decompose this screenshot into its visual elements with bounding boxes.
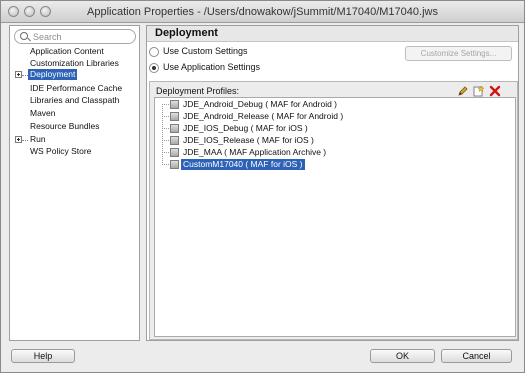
profile-icon: [170, 136, 179, 145]
profile-item[interactable]: JDE_IOS_Debug ( MAF for iOS ): [183, 123, 308, 134]
profile-item[interactable]: JDE_Android_Debug ( MAF for Android ): [183, 99, 337, 110]
use-custom-settings-label: Use Custom Settings: [163, 46, 248, 56]
deployment-profiles-list[interactable]: JDE_Android_Debug ( MAF for Android ) JD…: [154, 97, 516, 337]
customize-settings-button[interactable]: Customize Settings...: [405, 46, 512, 61]
tree-connector: [162, 164, 169, 165]
cancel-button[interactable]: Cancel: [441, 349, 512, 363]
use-custom-settings-radio[interactable]: [149, 47, 159, 57]
expand-run-icon[interactable]: [15, 136, 22, 143]
ok-button[interactable]: OK: [370, 349, 435, 363]
profile-icon: [170, 112, 179, 121]
tree-item-deployment[interactable]: Deployment: [28, 69, 78, 80]
use-application-settings-label: Use Application Settings: [163, 62, 261, 72]
help-button[interactable]: Help: [11, 349, 75, 363]
title-bar: Application Properties - /Users/dnowakow…: [1, 1, 524, 23]
tree-connector: [162, 104, 169, 105]
tree-item-libraries-and-classpath[interactable]: Libraries and Classpath: [30, 95, 119, 106]
tree-connector: [162, 104, 163, 165]
profile-icon: [170, 160, 179, 169]
profile-item[interactable]: JDE_IOS_Release ( MAF for iOS ): [183, 135, 314, 146]
window-title: Application Properties - /Users/dnowakow…: [87, 6, 438, 18]
deployment-profiles-label: Deployment Profiles:: [156, 86, 240, 96]
profile-item-selected[interactable]: CustomM17040 ( MAF for iOS ): [181, 159, 305, 170]
tree-connector: [22, 140, 28, 141]
tree-connector: [162, 140, 169, 141]
new-profile-icon[interactable]: [473, 85, 485, 97]
delete-icon[interactable]: [489, 85, 501, 97]
search-icon: [20, 32, 28, 40]
profile-icon: [170, 100, 179, 109]
deployment-settings-panel: Deployment Use Custom Settings Use Appli…: [146, 25, 519, 341]
use-application-settings-radio[interactable]: [149, 63, 159, 73]
page-title: Deployment: [155, 27, 218, 39]
tree-item-run[interactable]: Run: [30, 134, 46, 145]
page-header: Deployment: [147, 26, 518, 42]
deployment-profiles-group: Deployment Profiles: JDE_Android_Debug (…: [149, 81, 518, 340]
search-field[interactable]: Search: [14, 29, 136, 44]
tree-connector: [162, 152, 169, 153]
category-tree-panel: Search Application Content Customization…: [9, 25, 140, 341]
tree-item-resource-bundles[interactable]: Resource Bundles: [30, 121, 99, 132]
tree-item-ide-performance-cache[interactable]: IDE Performance Cache: [30, 83, 122, 94]
tree-connector: [162, 128, 169, 129]
profile-icon: [170, 148, 179, 157]
tree-item-ws-policy-store[interactable]: WS Policy Store: [30, 146, 91, 157]
tree-connector: [162, 116, 169, 117]
expand-deployment-icon[interactable]: [15, 71, 22, 78]
tree-item-customization-libraries[interactable]: Customization Libraries: [30, 58, 119, 69]
profile-item[interactable]: JDE_Android_Release ( MAF for Android ): [183, 111, 343, 122]
profile-item[interactable]: JDE_MAA ( MAF Application Archive ): [183, 147, 326, 158]
tree-item-application-content[interactable]: Application Content: [30, 46, 104, 57]
application-properties-dialog: Application Properties - /Users/dnowakow…: [0, 0, 525, 373]
edit-pencil-icon[interactable]: [457, 85, 469, 97]
search-placeholder: Search: [33, 32, 62, 42]
profile-icon: [170, 124, 179, 133]
tree-item-maven[interactable]: Maven: [30, 108, 56, 119]
